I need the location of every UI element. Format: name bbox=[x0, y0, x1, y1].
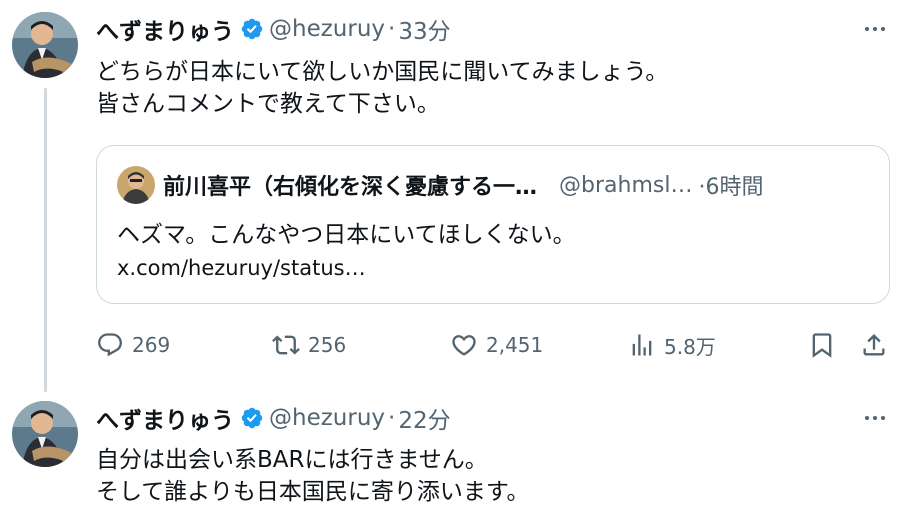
tweet-header: へずまりゅう @hezuruy · 33分 bbox=[96, 11, 451, 47]
author-name[interactable]: へずまりゅう bbox=[96, 12, 234, 46]
retweet-count: 256 bbox=[308, 333, 347, 357]
views-icon bbox=[628, 331, 656, 359]
tweet-text-line: 自分は出会い系BARには行きません。 bbox=[96, 447, 488, 473]
author-handle[interactable]: @hezuruy bbox=[269, 405, 385, 431]
like-count: 2,451 bbox=[486, 333, 544, 357]
bookmark-icon[interactable] bbox=[808, 327, 836, 363]
reply-count: 269 bbox=[132, 333, 171, 357]
quoted-text: ヘズマ。こんなやつ日本にいてほしくない。 bbox=[117, 222, 576, 248]
avatar[interactable] bbox=[12, 12, 78, 78]
reply-icon bbox=[96, 331, 124, 359]
reply-button[interactable]: 269 bbox=[96, 327, 170, 363]
quoted-avatar bbox=[117, 166, 155, 204]
quoted-header: 前川喜平（右傾化を深く憂慮する一… @brahmsl… ·6時間 bbox=[163, 167, 871, 203]
more-icon[interactable] bbox=[860, 406, 890, 430]
like-icon bbox=[450, 331, 478, 359]
like-button[interactable]: 2,451 bbox=[450, 327, 543, 363]
tweet-text-line: どちらが日本にいて欲しいか国民に聞いてみましょう。 bbox=[96, 59, 669, 85]
verified-badge-icon bbox=[240, 406, 264, 430]
thread-connector-line bbox=[44, 88, 47, 392]
tweet-actions: 269 256 2,451 5.8万 bbox=[96, 327, 890, 363]
views-button[interactable]: 5.8万 bbox=[628, 327, 716, 363]
separator-dot: · bbox=[388, 16, 396, 42]
tweet-text: 自分は出会い系BARには行きません。 そして誰よりも日本国民に寄り添います。 bbox=[96, 444, 530, 508]
author-name[interactable]: へずまりゅう bbox=[96, 401, 234, 435]
tweet-timestamp[interactable]: 22分 bbox=[398, 401, 450, 435]
tweet-timestamp[interactable]: 33分 bbox=[398, 12, 450, 46]
more-icon[interactable] bbox=[860, 17, 890, 41]
separator-dot: · bbox=[388, 405, 396, 431]
retweet-button[interactable]: 256 bbox=[272, 327, 346, 363]
tweet-header: へずまりゅう @hezuruy · 22分 bbox=[96, 400, 451, 436]
retweet-icon bbox=[272, 331, 300, 359]
quoted-timestamp: ·6時間 bbox=[698, 175, 764, 200]
tweet-text: どちらが日本にいて欲しいか国民に聞いてみましょう。 皆さんコメントで教えて下さい… bbox=[96, 56, 668, 120]
quoted-tweet[interactable]: 前川喜平（右傾化を深く憂慮する一… @brahmsl… ·6時間 ヘズマ。こんな… bbox=[96, 145, 890, 304]
quoted-author-name: 前川喜平（右傾化を深く憂慮する一… bbox=[163, 175, 538, 200]
tweet-text-line: 皆さんコメントで教えて下さい。 bbox=[96, 91, 440, 117]
author-handle[interactable]: @hezuruy bbox=[269, 16, 385, 42]
tweet-text-line: そして誰よりも日本国民に寄り添います。 bbox=[96, 479, 530, 505]
quoted-link[interactable]: x.com/hezuruy/status… bbox=[117, 256, 366, 280]
views-count: 5.8万 bbox=[664, 334, 716, 359]
avatar[interactable] bbox=[12, 401, 78, 467]
verified-badge-icon bbox=[240, 17, 264, 41]
quoted-author-handle: @brahmsl… bbox=[559, 172, 693, 198]
share-icon[interactable] bbox=[860, 327, 888, 363]
